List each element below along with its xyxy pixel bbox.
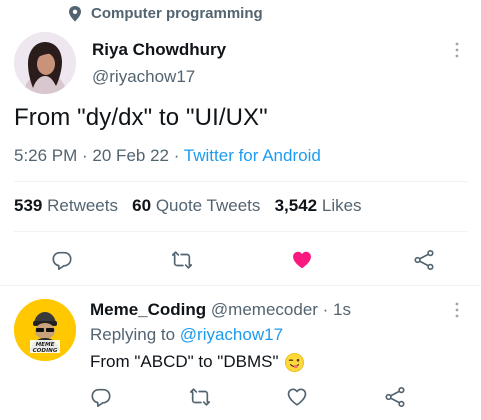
svg-text:CODING: CODING — [33, 348, 58, 354]
divider — [14, 181, 467, 182]
author-handle[interactable]: @riyachow17 — [92, 67, 195, 87]
retweets-count: 539 — [14, 196, 43, 215]
reply-text-body: From "ABCD" to "DBMS" — [90, 352, 279, 371]
reply-author-avatar[interactable]: MEME CODING — [14, 299, 76, 361]
location-pin-icon — [69, 5, 81, 21]
meme-coding-logo-icon: MEME CODING — [14, 299, 76, 361]
like-icon[interactable] — [285, 385, 309, 409]
replying-to-prefix: Replying to — [90, 325, 180, 344]
meta-separator: · — [77, 146, 93, 165]
more-options-icon[interactable] — [450, 40, 464, 60]
tweet-time[interactable]: 5:26 PM — [14, 146, 77, 165]
quote-tweets-stat[interactable]: 60 Quote Tweets — [132, 196, 260, 215]
wink-tongue-emoji-icon — [284, 352, 304, 372]
tweet-text: From "dy/dx" to "UI/UX" — [14, 104, 268, 131]
author-avatar[interactable] — [14, 32, 76, 94]
likes-stat[interactable]: 3,542 Likes — [275, 196, 362, 215]
reply-age[interactable]: 1s — [333, 300, 351, 319]
topic-context[interactable]: Computer programming — [68, 5, 263, 22]
quote-tweets-count: 60 — [132, 196, 152, 215]
retweet-icon[interactable] — [170, 248, 194, 272]
topic-label: Computer programming — [91, 5, 263, 22]
like-filled-icon[interactable] — [290, 248, 314, 272]
meta-separator: · — [168, 146, 184, 165]
more-options-icon[interactable] — [450, 300, 464, 320]
reply-header: Meme_Coding @memecoder · 1s — [90, 300, 351, 320]
reply-icon[interactable] — [50, 248, 74, 272]
divider — [14, 231, 467, 232]
likes-count: 3,542 — [274, 196, 318, 215]
retweets-label: Retweets — [47, 196, 118, 215]
share-icon[interactable] — [383, 385, 407, 409]
tweet-stats: 539 Retweets 60 Quote Tweets 3,542 Likes — [14, 196, 362, 216]
likes-label: Likes — [321, 196, 362, 215]
tweet-source-link[interactable]: Twitter for Android — [184, 146, 321, 165]
reply-icon[interactable] — [89, 385, 113, 409]
retweets-stat[interactable]: 539 Retweets — [14, 196, 118, 215]
author-name[interactable]: Riya Chowdhury — [92, 40, 226, 60]
tweet-metadata: 5:26 PM · 20 Feb 22 · Twitter for Androi… — [14, 146, 321, 166]
avatar-photo-icon — [14, 32, 76, 94]
retweet-icon[interactable] — [188, 385, 212, 409]
quote-tweets-label: Quote Tweets — [155, 196, 261, 215]
replying-to-handle[interactable]: @riyachow17 — [180, 325, 283, 344]
reply-text: From "ABCD" to "DBMS" — [90, 352, 304, 372]
reply-author-handle[interactable]: @memecoder — [211, 300, 318, 319]
divider — [0, 285, 481, 286]
tweet-date[interactable]: 20 Feb 22 — [92, 146, 169, 165]
share-icon[interactable] — [412, 248, 436, 272]
replying-to: Replying to @riyachow17 — [90, 325, 283, 345]
meta-separator: · — [317, 300, 334, 319]
reply-author-name[interactable]: Meme_Coding — [90, 300, 206, 319]
